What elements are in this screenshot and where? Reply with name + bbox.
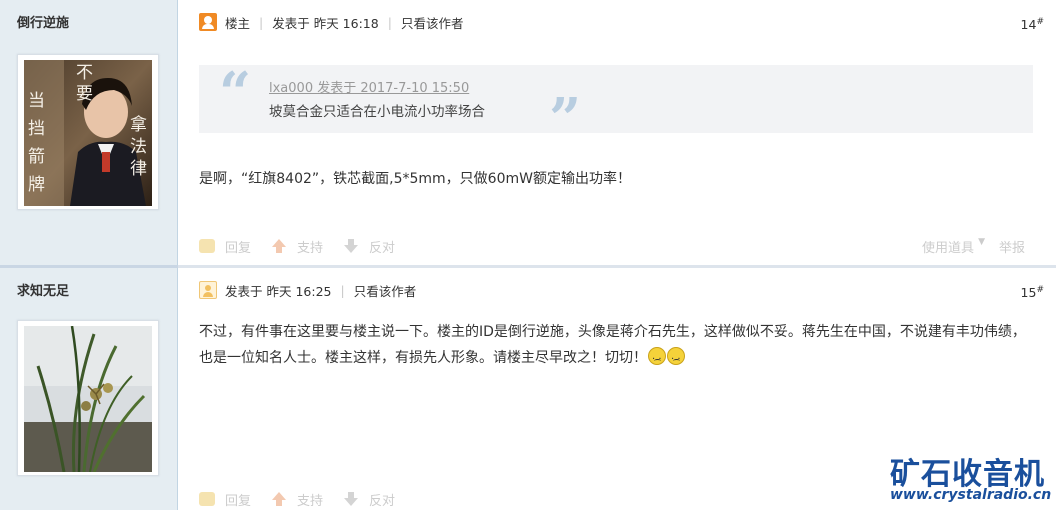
svg-text:挡: 挡 — [28, 119, 45, 139]
floor-number[interactable]: 14# — [1021, 17, 1044, 32]
avatar-image: 不 要 拿 法 律 当 挡 箭 牌 — [24, 60, 152, 206]
support-button[interactable]: 支持 — [271, 490, 323, 509]
post-meta: 发表于 昨天 16:25 | 只看该作者 — [199, 280, 416, 300]
avatar-calligraphy: 不 — [76, 63, 93, 83]
support-button[interactable]: 支持 — [271, 237, 323, 256]
only-author-link[interactable]: 只看该作者 — [354, 281, 417, 300]
thumb-down-icon — [343, 492, 359, 506]
svg-text:拿: 拿 — [130, 114, 147, 135]
quote-open-icon: “ — [219, 60, 252, 126]
post-body: 楼主 | 发表于 昨天 16:18 | 只看该作者 14# “ lxa000 发… — [178, 0, 1056, 265]
avatar[interactable] — [17, 320, 159, 476]
floor-number[interactable]: 15# — [1021, 285, 1044, 300]
svg-text:要: 要 — [76, 84, 93, 104]
sad-emoji-icon — [648, 347, 666, 373]
post-time: 发表于 昨天 16:18 — [272, 15, 379, 31]
oppose-button[interactable]: 反对 — [343, 490, 395, 509]
watermark-url: www.crystalradio.cn — [890, 487, 1052, 503]
sad-emoji-icon — [667, 347, 685, 373]
svg-text:当: 当 — [28, 91, 45, 111]
svg-text:律: 律 — [130, 159, 147, 179]
owner-icon — [199, 13, 217, 31]
report-button[interactable]: 举报 — [999, 237, 1025, 256]
post-tools: 使用道具 ▼ 举报 — [922, 237, 1025, 256]
thumb-down-icon — [343, 239, 359, 253]
post-meta: 楼主 | 发表于 昨天 16:18 | 只看该作者 — [199, 12, 463, 32]
only-author-link[interactable]: 只看该作者 — [401, 13, 464, 32]
meta-separator: | — [259, 14, 264, 30]
site-watermark: 矿石收音机 www.crystalradio.cn — [890, 449, 1052, 507]
post-content: 是啊，“红旗8402”，铁芯截面,5*5mm，只做60mW额定输出功率！ — [199, 171, 631, 187]
reply-icon — [199, 492, 215, 506]
meta-separator: | — [387, 14, 392, 30]
reply-icon — [199, 239, 215, 253]
chevron-down-icon: ▼ — [978, 237, 985, 247]
author-sidebar: 倒行逆施 不 要 拿 法 律 当 挡 箭 牌 — [0, 0, 178, 265]
avatar[interactable]: 不 要 拿 法 律 当 挡 箭 牌 — [17, 54, 159, 210]
post-content: 不过，有件事在这里要与楼主说一下。楼主的ID是倒行逆施，头像是蒋介石先生，这样做… — [199, 319, 1039, 373]
owner-label: 楼主 — [225, 15, 251, 31]
reply-button[interactable]: 回复 — [199, 237, 251, 256]
quote-close-icon: ” — [549, 86, 582, 152]
author-name[interactable]: 倒行逆施 — [17, 12, 69, 31]
reply-button[interactable]: 回复 — [199, 490, 251, 509]
thumb-up-icon — [271, 492, 287, 506]
oppose-button[interactable]: 反对 — [343, 237, 395, 256]
svg-text:法: 法 — [130, 137, 147, 157]
post-actions: 回复 支持 反对 — [199, 237, 415, 256]
user-icon — [199, 281, 217, 299]
quote-block: “ lxa000 发表于 2017-7-10 15:50 坡莫合金只适合在小电流… — [199, 60, 1033, 149]
quote-text: 坡莫合金只适合在小电流小功率场合 — [269, 104, 485, 120]
thumb-up-icon — [271, 239, 287, 253]
meta-separator: | — [340, 282, 345, 298]
post-actions: 回复 支持 反对 — [199, 490, 415, 509]
quote-source-link[interactable]: lxa000 发表于 2017-7-10 15:50 — [269, 77, 469, 96]
author-sidebar: 求知无足 — [0, 268, 178, 510]
post-time: 发表于 昨天 16:25 — [225, 283, 332, 299]
use-tool-button[interactable]: 使用道具 — [922, 237, 974, 256]
author-name[interactable]: 求知无足 — [17, 280, 69, 299]
svg-text:牌: 牌 — [28, 175, 45, 195]
avatar-image — [24, 326, 152, 472]
post-14: 倒行逆施 不 要 拿 法 律 当 挡 箭 牌 楼主 | 发表于 昨天 16:18… — [0, 0, 1056, 265]
svg-text:箭: 箭 — [28, 147, 45, 167]
